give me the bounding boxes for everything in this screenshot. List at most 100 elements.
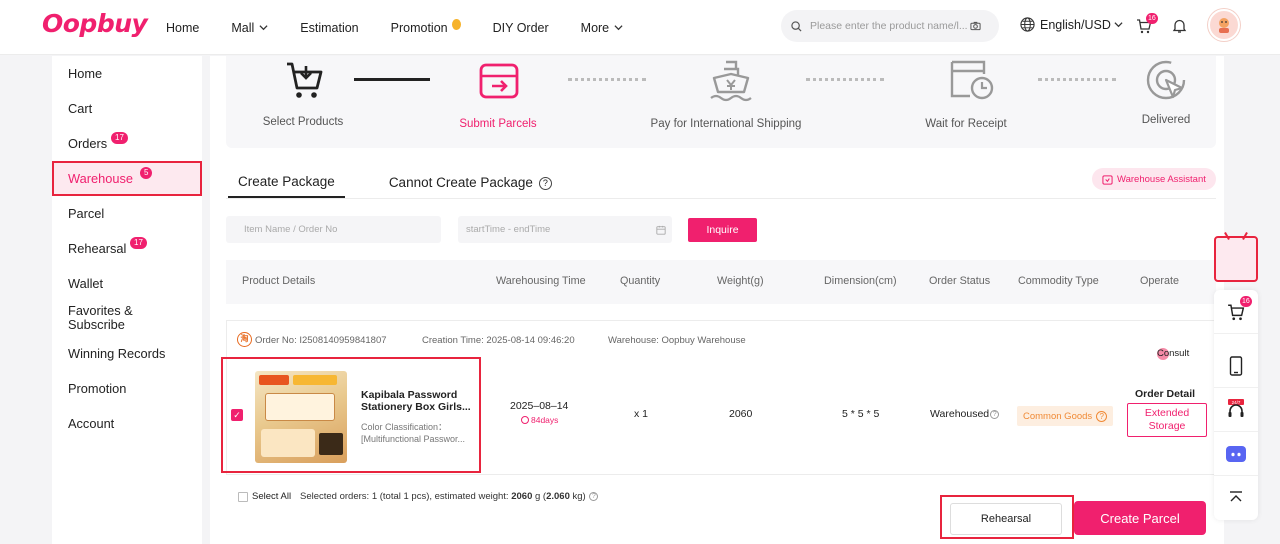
nav-more[interactable]: More	[581, 21, 623, 35]
rail-spacer	[1214, 334, 1258, 344]
chevron-down-icon	[614, 25, 623, 31]
nav-diy-order[interactable]: DIY Order	[493, 21, 549, 35]
warehouse-badge: 5	[140, 167, 153, 179]
sidebar-item-label: Favorites & Subscribe	[68, 303, 133, 332]
nav-promotion[interactable]: Promotion	[391, 19, 461, 35]
rail-support[interactable]: 24/7	[1214, 388, 1258, 432]
quantity-value: x 1	[634, 408, 649, 420]
step-submit-parcels: Submit Parcels	[448, 56, 548, 148]
warehouse-name: Warehouse: Oopbuy Warehouse	[608, 335, 746, 346]
nav-mall-label: Mall	[231, 20, 255, 35]
cart-icon	[287, 62, 323, 98]
col-quantity: Quantity	[620, 275, 661, 287]
camera-icon[interactable]	[970, 21, 981, 31]
rail-discord[interactable]	[1214, 432, 1258, 476]
rail-mobile[interactable]	[1214, 344, 1258, 388]
inquire-button[interactable]: Inquire	[688, 218, 757, 242]
product-name-line: Stationery Box Girls...	[361, 401, 471, 413]
nav-more-label: More	[580, 20, 610, 35]
search-input[interactable]	[810, 20, 970, 32]
search-bar	[781, 10, 999, 42]
rehearsal-highlight: Rehearsal	[940, 495, 1074, 539]
sidebar-item-rehearsal[interactable]: Rehearsal 17	[52, 231, 202, 266]
notification-bell[interactable]	[1172, 18, 1187, 39]
brand-logo[interactable]: Oopbuy	[42, 9, 148, 38]
sidebar-item-promotion[interactable]: Promotion	[52, 371, 202, 406]
sidebar-item-favorites[interactable]: Favorites & Subscribe	[52, 301, 202, 336]
step-delivered: Delivered	[1126, 56, 1206, 148]
coin-icon	[451, 19, 461, 30]
warehouse-assistant-button[interactable]: Warehouse Assistant	[1092, 168, 1216, 190]
header-cart[interactable]: 16	[1136, 13, 1158, 39]
step-pay-shipping: Pay for International Shipping	[651, 56, 801, 148]
storage-days-value: 84days	[531, 415, 559, 425]
help-icon[interactable]: ?	[589, 491, 599, 501]
product-name-line: Kapibala Password	[361, 389, 458, 401]
rail-back-to-top[interactable]	[1214, 476, 1258, 520]
taobao-shop-icon: 淘	[237, 332, 252, 347]
product-name[interactable]: Kapibala Password Stationery Box Girls..…	[361, 389, 477, 413]
sidebar-item-cart[interactable]: Cart	[52, 91, 202, 126]
selection-footer: Select All Selected orders: 1 (total 1 p…	[226, 474, 1216, 544]
sidebar-item-account[interactable]: Account	[52, 406, 202, 441]
sidebar-item-label: Wallet	[68, 276, 104, 291]
sidebar-item-winning-records[interactable]: Winning Records	[52, 336, 202, 371]
rail-cart[interactable]: 16	[1214, 290, 1258, 334]
language-selector[interactable]: English/USD	[1020, 17, 1128, 32]
top-header: Oopbuy Home Mall Estimation Promotion DI…	[0, 0, 1280, 55]
sidebar-item-label: Winning Records	[68, 346, 166, 361]
select-all-checkbox[interactable]	[238, 491, 248, 502]
orders-badge: 17	[111, 132, 128, 144]
attribute-value: [Multifunctional Passwor...	[361, 434, 466, 444]
sidebar-item-label: Account	[68, 416, 115, 431]
order-detail-link[interactable]: Order Detail	[1135, 388, 1195, 400]
nav-home[interactable]: Home	[166, 21, 199, 35]
user-avatar[interactable]	[1208, 9, 1240, 41]
chevron-down-icon	[1114, 22, 1123, 28]
tab-label: Cannot Create Package	[388, 175, 533, 190]
assistant-icon	[1102, 174, 1113, 185]
tabs-divider	[226, 198, 1216, 199]
sidebar-item-orders[interactable]: Orders 17	[52, 126, 202, 161]
attribute-label: Color Classification：	[361, 422, 448, 432]
col-weight: Weight(g)	[717, 275, 764, 287]
main-nav: Home Mall Estimation Promotion DIY Order…	[166, 0, 655, 55]
rehearsal-button[interactable]: Rehearsal	[950, 503, 1062, 535]
extended-storage-button[interactable]: Extended Storage	[1127, 403, 1207, 437]
sidebar-item-label: Cart	[68, 101, 93, 116]
step-label: Select Products	[262, 116, 344, 128]
commodity-type-value: Common Goods	[1023, 410, 1093, 422]
date-range-input[interactable]	[458, 216, 672, 243]
creation-time: Creation Time: 2025-08-14 09:46:20	[422, 335, 575, 346]
clock-icon	[521, 416, 529, 424]
tab-cannot-create-package[interactable]: Cannot Create Package?	[379, 168, 562, 198]
help-icon[interactable]: ?	[990, 409, 1000, 419]
item-checkbox[interactable]: ✓	[231, 409, 243, 421]
sidebar-item-warehouse[interactable]: Warehouse 5	[52, 161, 202, 196]
tab-create-package[interactable]: Create Package	[228, 168, 345, 198]
help-icon[interactable]: ?	[1096, 410, 1108, 422]
calendar-clock-icon	[950, 60, 994, 100]
live-tv-widget[interactable]	[1214, 232, 1258, 282]
sidebar-item-home[interactable]: Home	[52, 56, 202, 91]
order-card: 淘 Order No: I2508140959841807 Creation T…	[221, 320, 1216, 474]
progress-steps: Select Products Submit Parcels Pay for I…	[226, 56, 1216, 148]
cart-badge: 16	[1146, 13, 1158, 24]
item-search-input[interactable]	[226, 216, 441, 243]
sidebar-item-wallet[interactable]: Wallet	[52, 266, 202, 301]
nav-estimation-label: Estimation	[300, 20, 359, 35]
nav-estimation[interactable]: Estimation	[300, 21, 358, 35]
select-all[interactable]: Select All	[238, 491, 291, 502]
create-parcel-button[interactable]: Create Parcel	[1074, 501, 1206, 535]
summary-text: Selected orders: 1 (total 1 pcs), estima…	[300, 491, 512, 502]
help-icon[interactable]: ?	[538, 176, 552, 190]
order-status-value: Warehoused	[930, 408, 990, 420]
nav-mall[interactable]: Mall	[231, 21, 268, 35]
order-header: 淘 Order No: I2508140959841807 Creation T…	[227, 321, 1215, 360]
sidebar-item-parcel[interactable]: Parcel	[52, 196, 202, 231]
step-connector	[1038, 78, 1116, 81]
product-image[interactable]	[255, 371, 347, 463]
col-product-details: Product Details	[242, 275, 316, 287]
ship-icon	[710, 60, 752, 102]
sidebar-item-label: Rehearsal	[68, 241, 127, 256]
